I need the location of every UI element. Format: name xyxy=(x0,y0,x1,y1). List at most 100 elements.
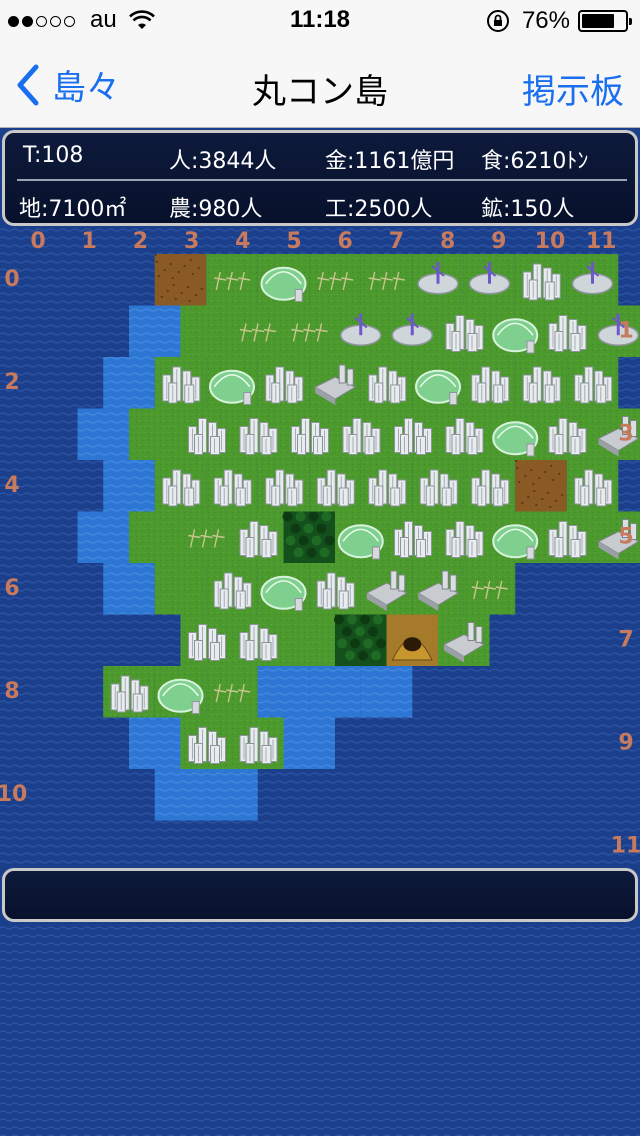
map-cell-farm-field[interactable] xyxy=(283,305,336,358)
map-cell-shallow-sea[interactable] xyxy=(257,666,310,718)
map-cell-plains[interactable] xyxy=(180,305,233,358)
map-cell-town[interactable] xyxy=(541,408,593,461)
row-label: 1 xyxy=(618,319,633,344)
map-cell-town[interactable] xyxy=(463,357,516,409)
map-cell-shallow-sea[interactable] xyxy=(103,357,155,409)
map-cell-factory[interactable] xyxy=(309,357,361,409)
stat-food: 食:6210ﾄﾝ xyxy=(481,149,589,174)
map-cell-town[interactable] xyxy=(309,563,361,615)
map-cell-farm-field[interactable] xyxy=(309,254,361,306)
map-cell-forest[interactable] xyxy=(282,511,336,564)
map-cell-town[interactable] xyxy=(386,408,439,461)
map-cell-shallow-sea[interactable] xyxy=(154,769,207,821)
map-cell-wasteland[interactable] xyxy=(515,460,567,512)
map-cell-farm-field[interactable] xyxy=(180,511,233,564)
island-map-canvas[interactable]: 0 1 2 3 4 5 6 7 8 9 10 11 0 1 2 3 4 5 6 7 8 9 10 11 xyxy=(0,226,640,866)
map-cell-shallow-sea[interactable] xyxy=(77,408,130,461)
map-cell-shallow-sea[interactable] xyxy=(206,769,258,821)
map-cell-shallow-sea[interactable] xyxy=(129,305,181,358)
bulletin-board-button[interactable]: 掲示板 xyxy=(522,64,624,113)
map-cell-town[interactable] xyxy=(386,511,439,564)
map-cell-shallow-sea[interactable] xyxy=(360,666,413,718)
map-cell-town[interactable] xyxy=(360,357,413,409)
map-cell-town[interactable] xyxy=(257,357,310,409)
map-cell-wind-farm[interactable] xyxy=(412,254,464,306)
map-cell-farm-dome[interactable] xyxy=(489,408,542,461)
map-cell-town[interactable] xyxy=(232,717,284,770)
map-cell-town[interactable] xyxy=(566,357,619,409)
column-label: 10 xyxy=(535,229,566,254)
map-cell-town[interactable] xyxy=(309,460,361,512)
stat-area: 地:7100㎡ xyxy=(19,197,127,222)
map-cell-town[interactable] xyxy=(257,460,310,512)
map-cell-town[interactable] xyxy=(438,408,490,461)
map-cell-town[interactable] xyxy=(412,460,464,512)
map-cell-town[interactable] xyxy=(515,357,567,409)
map-cell-farm-dome[interactable] xyxy=(489,305,542,358)
map-cell-town[interactable] xyxy=(103,666,155,718)
map-cell-town[interactable] xyxy=(463,460,516,512)
map-cell-shallow-sea[interactable] xyxy=(129,717,181,770)
map-cell-farm-dome[interactable] xyxy=(206,357,258,409)
map-cell-shallow-sea[interactable] xyxy=(283,717,336,770)
map-cell-wind-farm[interactable] xyxy=(463,254,516,306)
map-cell-farm-field[interactable] xyxy=(463,563,516,615)
map-cell-town[interactable] xyxy=(515,254,567,306)
map-cell-town[interactable] xyxy=(360,460,413,512)
map-cell-town[interactable] xyxy=(206,460,258,512)
map-cell-farm-field[interactable] xyxy=(232,305,284,358)
map-cell-town[interactable] xyxy=(154,357,207,409)
map-cell-farm-dome[interactable] xyxy=(257,254,310,306)
island-map[interactable]: 0 1 2 3 4 5 6 7 8 9 10 11 0 1 2 3 4 5 6 7 8 9 10 11 xyxy=(0,226,640,866)
map-cell-farm-dome[interactable] xyxy=(154,666,207,718)
stat-mine: 鉱:150人 xyxy=(481,197,575,222)
map-cell-town[interactable] xyxy=(180,717,233,770)
map-cell-town[interactable] xyxy=(232,614,284,667)
map-cell-farm-field[interactable] xyxy=(360,254,413,306)
column-label: 11 xyxy=(586,229,617,254)
map-cell-farm-dome[interactable] xyxy=(335,511,387,564)
map-cell-factory[interactable] xyxy=(360,563,413,615)
map-cell-town[interactable] xyxy=(180,408,233,461)
map-cell-town[interactable] xyxy=(335,408,387,461)
map-cell-plains[interactable] xyxy=(154,563,207,615)
map-cell-shallow-sea[interactable] xyxy=(103,563,155,615)
map-cell-plains[interactable] xyxy=(129,408,181,461)
battery-icon xyxy=(578,10,632,32)
map-cell-factory[interactable] xyxy=(412,563,464,615)
map-cell-mine[interactable] xyxy=(386,614,439,667)
map-cell-farm-field[interactable] xyxy=(206,666,258,718)
map-cell-shallow-sea[interactable] xyxy=(103,460,155,512)
stats-row-1: T:108 人:3844人 金:1161億円 食:6210ﾄﾝ xyxy=(19,137,619,177)
map-cell-town[interactable] xyxy=(283,408,336,461)
map-cell-shallow-sea[interactable] xyxy=(77,511,130,564)
map-cell-town[interactable] xyxy=(232,408,284,461)
map-cell-town[interactable] xyxy=(438,305,490,358)
map-cell-farm-dome[interactable] xyxy=(257,563,310,615)
map-cell-town[interactable] xyxy=(541,511,593,564)
map-cell-town[interactable] xyxy=(438,511,490,564)
map-cell-town[interactable] xyxy=(180,614,233,667)
column-label: 1 xyxy=(82,229,97,254)
column-label: 9 xyxy=(491,229,506,254)
row-label: 5 xyxy=(618,525,633,550)
map-cell-town[interactable] xyxy=(566,460,619,512)
map-cell-shallow-sea[interactable] xyxy=(309,666,361,718)
map-cell-town[interactable] xyxy=(206,563,258,615)
map-cell-farm-dome[interactable] xyxy=(412,357,464,409)
map-cell-town[interactable] xyxy=(541,305,593,358)
column-label: 5 xyxy=(286,229,301,254)
map-cell-forest[interactable] xyxy=(334,614,387,667)
map-cell-wind-farm[interactable] xyxy=(386,305,439,358)
map-cell-farm-field[interactable] xyxy=(206,254,258,306)
map-cell-town[interactable] xyxy=(232,511,284,564)
map-cell-wind-farm[interactable] xyxy=(566,254,619,306)
map-cell-factory[interactable] xyxy=(438,614,490,667)
map-cell-wind-farm[interactable] xyxy=(335,305,387,358)
map-cell-farm-dome[interactable] xyxy=(489,511,542,564)
map-cell-plains[interactable] xyxy=(283,614,336,667)
map-cell-town[interactable] xyxy=(154,460,207,512)
map-cell-plains[interactable] xyxy=(129,511,181,564)
map-cell-wasteland[interactable] xyxy=(154,254,207,306)
island-stats-panel: T:108 人:3844人 金:1161億円 食:6210ﾄﾝ 地:7100㎡ … xyxy=(2,130,638,226)
